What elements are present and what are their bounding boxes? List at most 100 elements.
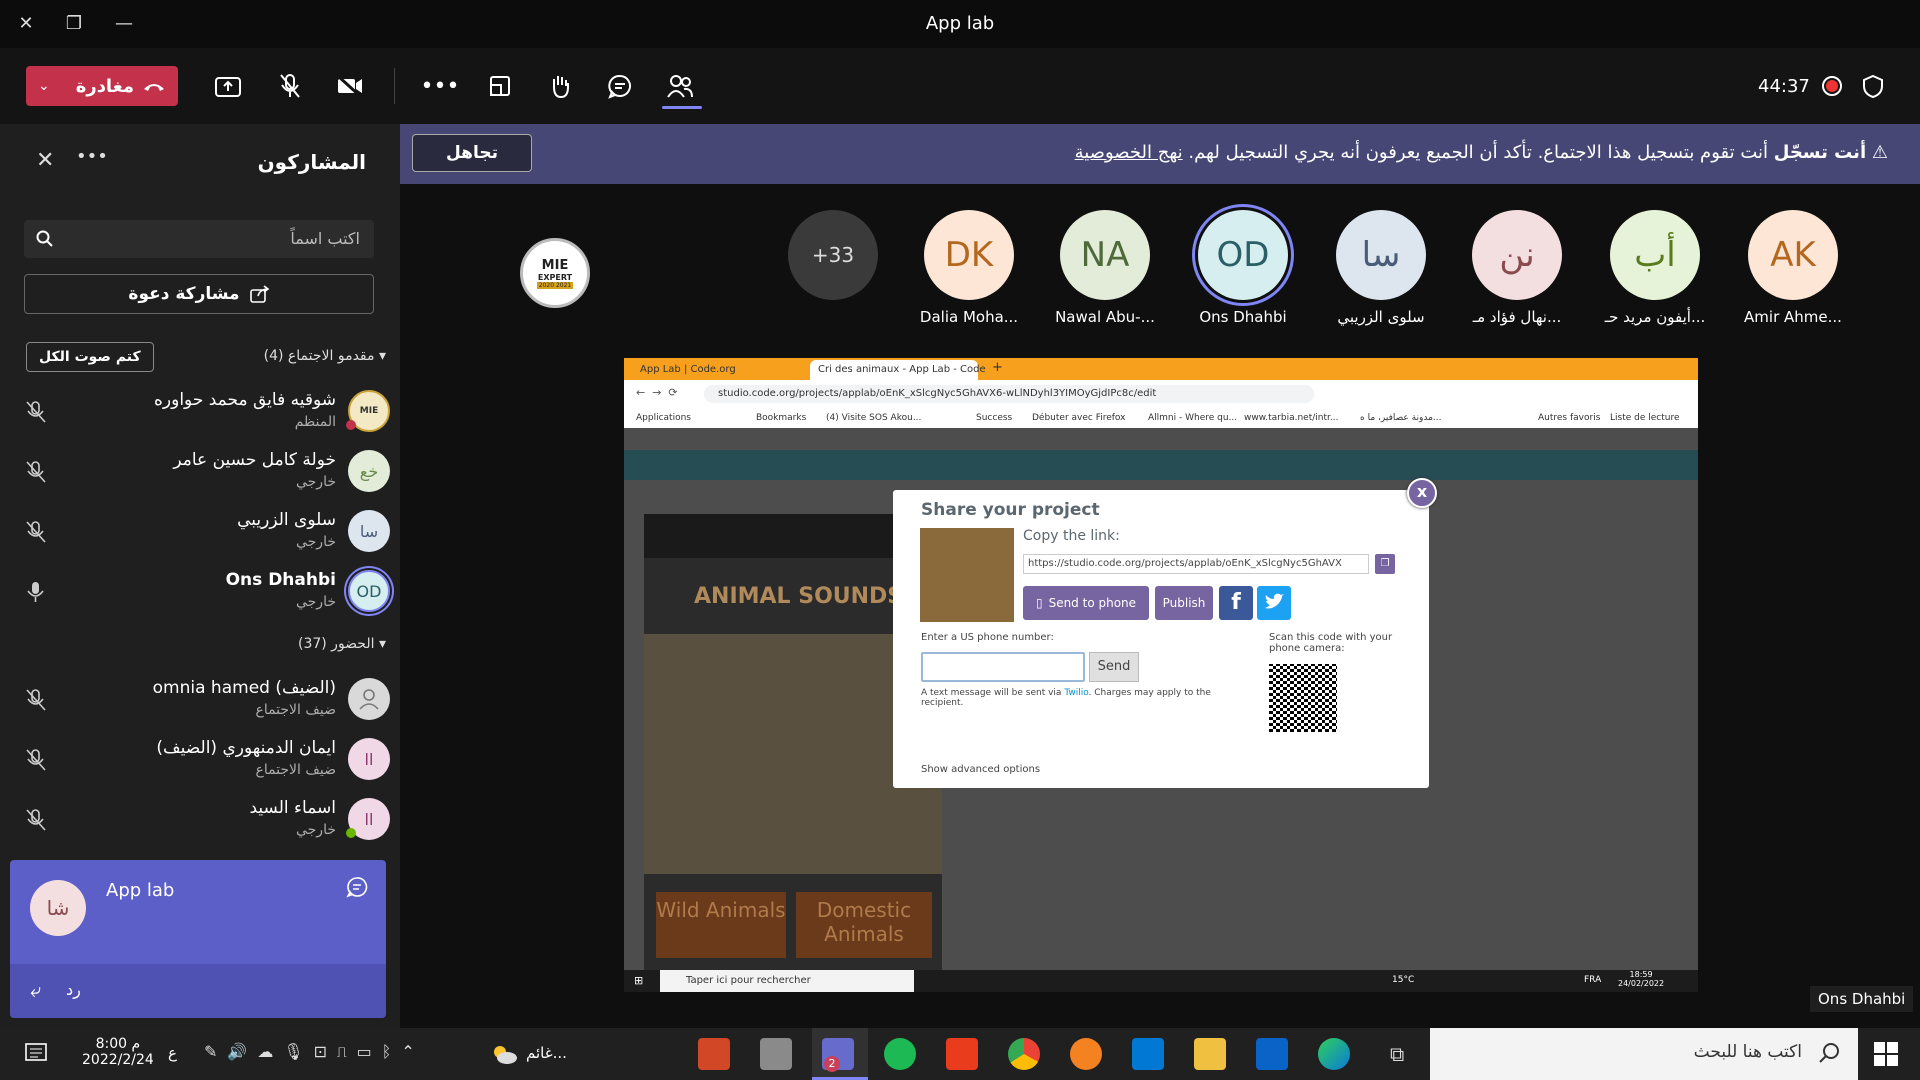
mic-toggle-button[interactable]: [272, 68, 308, 104]
participant-row[interactable]: OD Ons Dhahbi خارجي: [0, 564, 400, 622]
rooms-button[interactable]: [482, 68, 518, 104]
camera-toggle-button[interactable]: [332, 68, 368, 104]
participant-tile-avatar[interactable]: DK: [924, 210, 1014, 300]
spotify-icon[interactable]: [884, 1038, 916, 1070]
search-input[interactable]: اكتب اسماً: [24, 220, 374, 258]
file-explorer-icon[interactable]: [1194, 1038, 1226, 1070]
warning-icon: ⚠: [1871, 142, 1888, 163]
participant-row[interactable]: اا اسماء السيد خارجي: [0, 792, 400, 850]
browser-icon[interactable]: [1070, 1038, 1102, 1070]
shield-icon: [1862, 74, 1884, 102]
taskbar-search-placeholder: اكتب هنا للبحث: [1693, 1042, 1802, 1062]
chrome-icon[interactable]: [1008, 1038, 1040, 1070]
store-icon[interactable]: [1132, 1038, 1164, 1070]
close-modal-button[interactable]: x: [1407, 478, 1437, 508]
app-icon[interactable]: [760, 1038, 792, 1070]
leave-button[interactable]: ⌄ مغادرة: [26, 66, 178, 106]
notification-center-icon[interactable]: [24, 1042, 48, 1066]
modal-title: Share your project: [921, 500, 1100, 520]
nav-icons[interactable]: ← → ⟳: [636, 386, 678, 399]
attendees-section-header[interactable]: الحضور (37) ▾: [298, 636, 386, 652]
reply-label: رد: [66, 980, 81, 999]
bookmark[interactable]: (4) Visite SOS Akou...: [826, 413, 921, 423]
participant-role: خارجي: [295, 822, 336, 838]
bookmark[interactable]: www.tarbia.net/intr...: [1244, 413, 1338, 423]
input-language[interactable]: ع: [168, 1044, 177, 1062]
participant-row[interactable]: سا سلوى الزريبي خارجي: [0, 504, 400, 562]
mute-all-button[interactable]: كتم صوت الكل: [26, 342, 154, 372]
meeting-timer: 44:37: [1758, 76, 1810, 97]
chat-button[interactable]: [602, 68, 638, 104]
participant-tile-avatar[interactable]: OD: [1198, 210, 1288, 300]
advanced-options-link[interactable]: Show advanced options: [921, 764, 1040, 775]
mail-icon[interactable]: [1256, 1038, 1288, 1070]
avatar: سا: [348, 510, 390, 552]
more-icon: •••: [420, 73, 460, 99]
status-dot: [346, 420, 356, 430]
facebook-icon[interactable]: f: [1219, 586, 1253, 620]
bookmark[interactable]: Applications: [636, 413, 691, 423]
participant-tile-avatar[interactable]: NA: [1060, 210, 1150, 300]
reply-bar[interactable]: ⤶ رد: [10, 964, 386, 1018]
twilio-link[interactable]: Twilio: [1064, 688, 1088, 698]
qr-code: [1269, 664, 1337, 732]
participant-row[interactable]: خع خولة كامل حسين عامر خارجي: [0, 444, 400, 502]
participant-tile-avatar[interactable]: أب: [1610, 210, 1700, 300]
twilio-note: A text message will be sent via Twilio. …: [921, 688, 1235, 708]
privacy-link[interactable]: نهج الخصوصية: [1075, 142, 1183, 163]
windows-start-icon[interactable]: ⊞: [634, 974, 643, 987]
bookmark[interactable]: Bookmarks: [756, 413, 806, 423]
raise-hand-button[interactable]: [542, 68, 578, 104]
bookmark[interactable]: Liste de lecture: [1610, 413, 1680, 423]
chevron-down-icon[interactable]: ⌄: [38, 78, 50, 94]
participant-row[interactable]: omnia hamed (الضيف) ضيف الاجتماع: [0, 672, 400, 730]
bookmark[interactable]: مدونة عصافير، ما ه...: [1360, 413, 1441, 423]
project-link-input[interactable]: https://studio.code.org/projects/applab/…: [1023, 554, 1369, 574]
task-view-icon[interactable]: ⧉: [1390, 1042, 1404, 1066]
publish-button[interactable]: Publish: [1155, 586, 1213, 620]
bookmark[interactable]: Allmni - Where qu...: [1148, 413, 1237, 423]
copy-icon[interactable]: ❐: [1375, 554, 1395, 574]
dismiss-button[interactable]: تجاهل: [412, 134, 532, 172]
wild-animals-button[interactable]: Wild Animals: [656, 892, 786, 958]
participant-tile-avatar[interactable]: نن: [1472, 210, 1562, 300]
edge-icon[interactable]: [1318, 1038, 1350, 1070]
share-invite-button[interactable]: مشاركة دعوة: [24, 274, 374, 314]
participant-row[interactable]: اا ايمان الدمنهوري (الضيف) ضيف الاجتماع: [0, 732, 400, 790]
participant-row[interactable]: MIE شوقيه فايق محمد حواوره المنظم: [0, 384, 400, 442]
project-thumbnail: [920, 528, 1014, 622]
panel-more-icon[interactable]: •••: [76, 146, 108, 167]
address-bar[interactable]: studio.code.org/projects/applab/oEnK_xSl…: [704, 385, 1314, 403]
chat-notification[interactable]: شا App lab ⤶ رد: [10, 860, 386, 1018]
participants-button[interactable]: [662, 68, 698, 104]
status-dot: [346, 828, 356, 838]
send-button[interactable]: Send: [1089, 652, 1139, 682]
bookmark[interactable]: Débuter avec Firefox: [1032, 413, 1126, 423]
participant-tile-avatar[interactable]: +33: [788, 210, 878, 300]
powerpoint-icon[interactable]: [698, 1038, 730, 1070]
windows-search-box[interactable]: Taper ici pour rechercher: [660, 970, 914, 992]
bookmark[interactable]: Autres favoris: [1538, 413, 1600, 423]
share-content-button[interactable]: [210, 68, 246, 104]
participant-tile-avatar[interactable]: AK: [1748, 210, 1838, 300]
new-tab-icon[interactable]: +: [984, 360, 1011, 380]
domestic-animals-button[interactable]: Domestic Animals: [796, 892, 932, 958]
browser-tab[interactable]: App Lab | Code.org: [632, 360, 808, 380]
recording-banner: ⚠ أنت تسجّل أنت تقوم بتسجيل هذا الاجتماع…: [400, 124, 1920, 184]
browser-tab-active[interactable]: Cri des animaux - App Lab - Code: [810, 360, 986, 380]
send-to-phone-button[interactable]: ▯ Send to phone: [1023, 586, 1149, 620]
windows-start-icon[interactable]: [1874, 1042, 1898, 1070]
more-actions-button[interactable]: •••: [420, 68, 460, 104]
close-panel-icon[interactable]: ✕: [36, 148, 54, 173]
taskbar-search-box[interactable]: اكتب هنا للبحث: [1430, 1028, 1858, 1080]
phone-number-input[interactable]: [921, 652, 1085, 682]
system-tray-icons[interactable]: ✎🔊☁🎙⊡⎍▭ᛒ⌃: [204, 1042, 425, 1061]
bookmark[interactable]: Success: [976, 413, 1012, 423]
office-icon[interactable]: [946, 1038, 978, 1070]
taskbar-clock[interactable]: 8:00 م 2022/2/24: [82, 1036, 154, 1068]
participant-tile-avatar[interactable]: سا: [1336, 210, 1426, 300]
presenters-section-header[interactable]: مقدمو الاجتماع (4) ▾: [264, 348, 386, 364]
twitter-icon[interactable]: [1257, 586, 1291, 620]
clock-date: 24/02/2022: [1618, 979, 1665, 988]
chat-icon[interactable]: [346, 876, 368, 898]
